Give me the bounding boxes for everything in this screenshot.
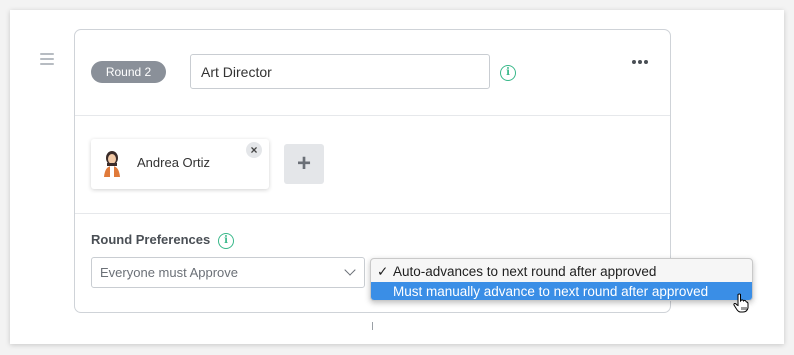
dropdown-option-label: Must manually advance to next round afte… — [393, 284, 709, 299]
approval-select-value: Everyone must Approve — [100, 265, 239, 280]
approval-select[interactable]: Everyone must Approve — [91, 257, 365, 288]
divider-tick — [372, 322, 373, 330]
dropdown-option-auto-advance[interactable]: ✓ Auto-advances to next round after appr… — [371, 262, 752, 281]
more-options-button[interactable] — [632, 58, 648, 66]
drag-handle-icon[interactable] — [40, 53, 54, 65]
round-preferences-label: Round Preferences — [91, 232, 211, 247]
member-name: Andrea Ortiz — [137, 155, 210, 170]
member-card: Andrea Ortiz × — [91, 139, 269, 189]
hand-pointer-icon — [733, 293, 749, 313]
check-icon: ✓ — [377, 264, 389, 279]
members-section: Andrea Ortiz × + — [75, 115, 670, 214]
info-icon[interactable]: i — [218, 233, 234, 249]
dropdown-option-label: Auto-advances to next round after approv… — [393, 264, 657, 279]
avatar — [104, 151, 120, 177]
dropdown-option-manual-advance[interactable]: Must manually advance to next round afte… — [371, 282, 752, 300]
add-member-button[interactable]: + — [284, 144, 324, 184]
round-header: Round 2 i — [75, 30, 670, 116]
info-icon[interactable]: i — [500, 65, 516, 81]
advance-dropdown-menu: ✓ Auto-advances to next round after appr… — [370, 258, 753, 301]
round-badge: Round 2 — [91, 61, 166, 83]
round-name-input[interactable] — [190, 54, 490, 89]
remove-member-button[interactable]: × — [246, 142, 262, 158]
chevron-down-icon — [344, 264, 356, 276]
